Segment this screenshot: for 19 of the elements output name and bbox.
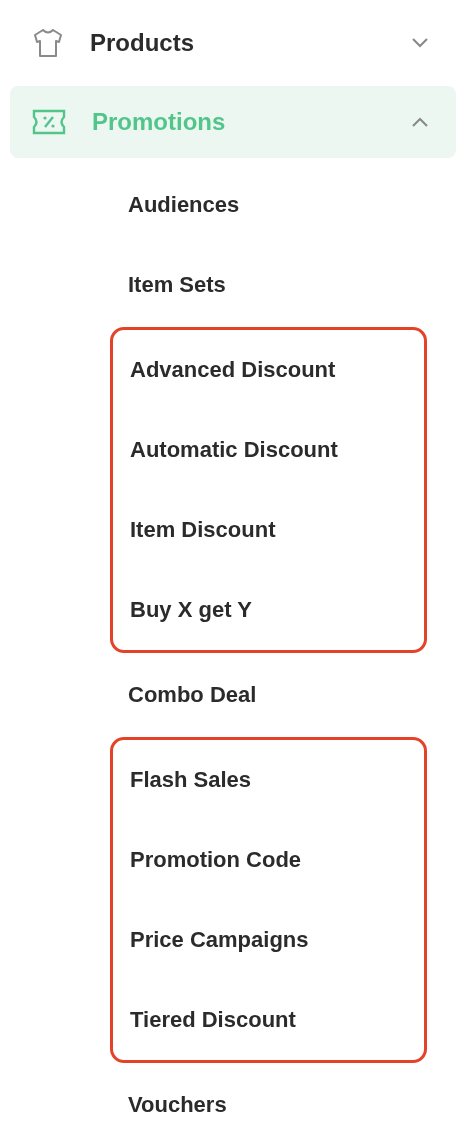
chevron-down-icon[interactable] [412, 38, 428, 48]
nav-label: Products [90, 29, 195, 57]
shirt-icon [32, 27, 64, 59]
ticket-icon [32, 109, 66, 135]
submenu-item[interactable]: Promotion Code [113, 820, 424, 900]
submenu-item[interactable]: Buy X get Y [113, 570, 424, 650]
nav-item[interactable]: Products [10, 3, 456, 83]
chevron-up-icon[interactable] [412, 117, 428, 127]
submenu-item[interactable]: Vouchers [110, 1065, 427, 1145]
submenu-item[interactable]: Flash Sales [113, 740, 424, 820]
submenu-item[interactable]: Item Sets [110, 245, 427, 325]
submenu-item[interactable]: Tiered Discount [113, 980, 424, 1060]
submenu-item[interactable]: Automatic Discount [113, 410, 424, 490]
nav-label: Promotions [92, 108, 227, 136]
submenu-item[interactable]: Audiences [110, 165, 427, 245]
submenu-item[interactable]: Item Discount [113, 490, 424, 570]
submenu-item[interactable]: Price Campaigns [113, 900, 424, 980]
submenu-item[interactable]: Advanced Discount [113, 330, 424, 410]
submenu-item[interactable]: Combo Deal [110, 655, 427, 735]
